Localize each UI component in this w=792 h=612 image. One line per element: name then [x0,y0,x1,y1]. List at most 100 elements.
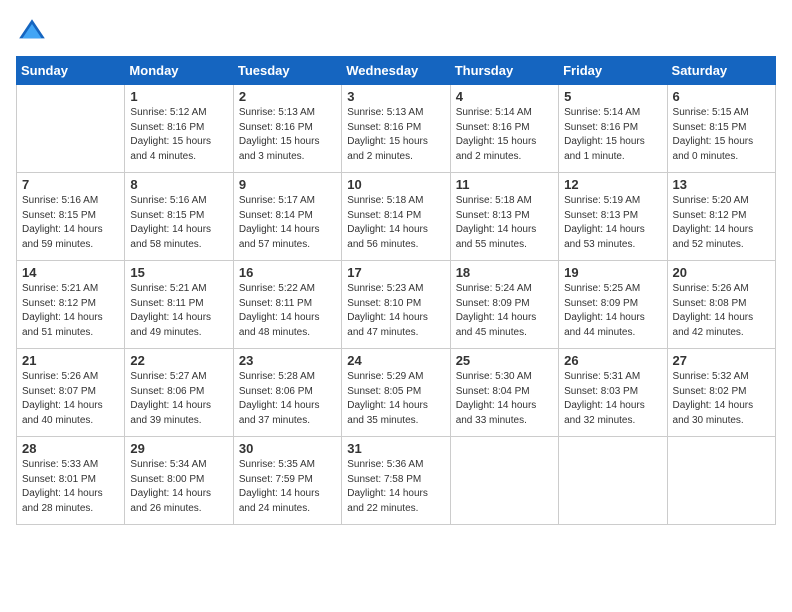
day-info: Sunrise: 5:18 AMSunset: 8:13 PMDaylight:… [456,194,553,252]
day-info: Sunrise: 5:21 AMSunset: 8:11 PMDaylight:… [130,282,227,340]
calendar-cell: 17 Sunrise: 5:23 AMSunset: 8:10 PMDaylig… [342,261,450,349]
day-number: 21 [22,353,119,368]
calendar-cell: 27 Sunrise: 5:32 AMSunset: 8:02 PMDaylig… [667,349,775,437]
day-number: 25 [456,353,553,368]
day-info: Sunrise: 5:25 AMSunset: 8:09 PMDaylight:… [564,282,661,340]
day-number: 11 [456,177,553,192]
day-number: 30 [239,441,336,456]
day-info: Sunrise: 5:13 AMSunset: 8:16 PMDaylight:… [239,106,336,164]
day-header-monday: Monday [125,57,233,85]
day-number: 9 [239,177,336,192]
calendar-cell: 18 Sunrise: 5:24 AMSunset: 8:09 PMDaylig… [450,261,558,349]
calendar-cell: 31 Sunrise: 5:36 AMSunset: 7:58 PMDaylig… [342,437,450,525]
day-info: Sunrise: 5:26 AMSunset: 8:07 PMDaylight:… [22,370,119,428]
calendar-cell [667,437,775,525]
day-number: 5 [564,89,661,104]
day-info: Sunrise: 5:19 AMSunset: 8:13 PMDaylight:… [564,194,661,252]
day-number: 7 [22,177,119,192]
day-number: 8 [130,177,227,192]
day-number: 20 [673,265,770,280]
week-row-1: 1 Sunrise: 5:12 AMSunset: 8:16 PMDayligh… [17,85,776,173]
day-number: 6 [673,89,770,104]
day-info: Sunrise: 5:35 AMSunset: 7:59 PMDaylight:… [239,458,336,516]
calendar-cell: 13 Sunrise: 5:20 AMSunset: 8:12 PMDaylig… [667,173,775,261]
calendar-cell: 11 Sunrise: 5:18 AMSunset: 8:13 PMDaylig… [450,173,558,261]
day-number: 10 [347,177,444,192]
day-number: 17 [347,265,444,280]
day-info: Sunrise: 5:36 AMSunset: 7:58 PMDaylight:… [347,458,444,516]
day-number: 13 [673,177,770,192]
calendar-cell: 20 Sunrise: 5:26 AMSunset: 8:08 PMDaylig… [667,261,775,349]
calendar-cell: 28 Sunrise: 5:33 AMSunset: 8:01 PMDaylig… [17,437,125,525]
calendar-cell: 19 Sunrise: 5:25 AMSunset: 8:09 PMDaylig… [559,261,667,349]
day-number: 28 [22,441,119,456]
calendar-cell: 9 Sunrise: 5:17 AMSunset: 8:14 PMDayligh… [233,173,341,261]
calendar-cell: 4 Sunrise: 5:14 AMSunset: 8:16 PMDayligh… [450,85,558,173]
week-row-4: 21 Sunrise: 5:26 AMSunset: 8:07 PMDaylig… [17,349,776,437]
day-header-thursday: Thursday [450,57,558,85]
day-info: Sunrise: 5:14 AMSunset: 8:16 PMDaylight:… [456,106,553,164]
day-info: Sunrise: 5:16 AMSunset: 8:15 PMDaylight:… [130,194,227,252]
day-info: Sunrise: 5:13 AMSunset: 8:16 PMDaylight:… [347,106,444,164]
day-info: Sunrise: 5:33 AMSunset: 8:01 PMDaylight:… [22,458,119,516]
calendar-cell: 7 Sunrise: 5:16 AMSunset: 8:15 PMDayligh… [17,173,125,261]
calendar-cell: 25 Sunrise: 5:30 AMSunset: 8:04 PMDaylig… [450,349,558,437]
day-info: Sunrise: 5:15 AMSunset: 8:15 PMDaylight:… [673,106,770,164]
calendar-cell [450,437,558,525]
day-header-tuesday: Tuesday [233,57,341,85]
day-info: Sunrise: 5:32 AMSunset: 8:02 PMDaylight:… [673,370,770,428]
day-info: Sunrise: 5:29 AMSunset: 8:05 PMDaylight:… [347,370,444,428]
day-info: Sunrise: 5:12 AMSunset: 8:16 PMDaylight:… [130,106,227,164]
day-header-wednesday: Wednesday [342,57,450,85]
calendar-cell [17,85,125,173]
day-info: Sunrise: 5:21 AMSunset: 8:12 PMDaylight:… [22,282,119,340]
day-number: 23 [239,353,336,368]
calendar-cell: 15 Sunrise: 5:21 AMSunset: 8:11 PMDaylig… [125,261,233,349]
calendar-cell: 23 Sunrise: 5:28 AMSunset: 8:06 PMDaylig… [233,349,341,437]
calendar-cell: 2 Sunrise: 5:13 AMSunset: 8:16 PMDayligh… [233,85,341,173]
day-header-friday: Friday [559,57,667,85]
day-number: 18 [456,265,553,280]
day-number: 1 [130,89,227,104]
day-info: Sunrise: 5:30 AMSunset: 8:04 PMDaylight:… [456,370,553,428]
week-row-3: 14 Sunrise: 5:21 AMSunset: 8:12 PMDaylig… [17,261,776,349]
day-number: 12 [564,177,661,192]
day-number: 15 [130,265,227,280]
day-info: Sunrise: 5:23 AMSunset: 8:10 PMDaylight:… [347,282,444,340]
day-info: Sunrise: 5:20 AMSunset: 8:12 PMDaylight:… [673,194,770,252]
calendar-cell: 6 Sunrise: 5:15 AMSunset: 8:15 PMDayligh… [667,85,775,173]
page-header [16,16,776,48]
calendar-table: SundayMondayTuesdayWednesdayThursdayFrid… [16,56,776,525]
day-header-saturday: Saturday [667,57,775,85]
day-number: 3 [347,89,444,104]
day-info: Sunrise: 5:16 AMSunset: 8:15 PMDaylight:… [22,194,119,252]
day-info: Sunrise: 5:17 AMSunset: 8:14 PMDaylight:… [239,194,336,252]
day-header-sunday: Sunday [17,57,125,85]
day-number: 26 [564,353,661,368]
day-info: Sunrise: 5:14 AMSunset: 8:16 PMDaylight:… [564,106,661,164]
calendar-cell: 14 Sunrise: 5:21 AMSunset: 8:12 PMDaylig… [17,261,125,349]
day-number: 19 [564,265,661,280]
day-number: 2 [239,89,336,104]
day-info: Sunrise: 5:27 AMSunset: 8:06 PMDaylight:… [130,370,227,428]
day-number: 27 [673,353,770,368]
day-number: 14 [22,265,119,280]
week-row-2: 7 Sunrise: 5:16 AMSunset: 8:15 PMDayligh… [17,173,776,261]
calendar-cell: 29 Sunrise: 5:34 AMSunset: 8:00 PMDaylig… [125,437,233,525]
day-info: Sunrise: 5:18 AMSunset: 8:14 PMDaylight:… [347,194,444,252]
day-info: Sunrise: 5:24 AMSunset: 8:09 PMDaylight:… [456,282,553,340]
calendar-cell: 10 Sunrise: 5:18 AMSunset: 8:14 PMDaylig… [342,173,450,261]
calendar-cell: 8 Sunrise: 5:16 AMSunset: 8:15 PMDayligh… [125,173,233,261]
day-info: Sunrise: 5:34 AMSunset: 8:00 PMDaylight:… [130,458,227,516]
calendar-cell: 3 Sunrise: 5:13 AMSunset: 8:16 PMDayligh… [342,85,450,173]
day-number: 24 [347,353,444,368]
day-number: 22 [130,353,227,368]
calendar-cell: 22 Sunrise: 5:27 AMSunset: 8:06 PMDaylig… [125,349,233,437]
day-info: Sunrise: 5:28 AMSunset: 8:06 PMDaylight:… [239,370,336,428]
header-row: SundayMondayTuesdayWednesdayThursdayFrid… [17,57,776,85]
day-info: Sunrise: 5:31 AMSunset: 8:03 PMDaylight:… [564,370,661,428]
calendar-cell: 26 Sunrise: 5:31 AMSunset: 8:03 PMDaylig… [559,349,667,437]
day-number: 31 [347,441,444,456]
day-info: Sunrise: 5:22 AMSunset: 8:11 PMDaylight:… [239,282,336,340]
calendar-cell [559,437,667,525]
